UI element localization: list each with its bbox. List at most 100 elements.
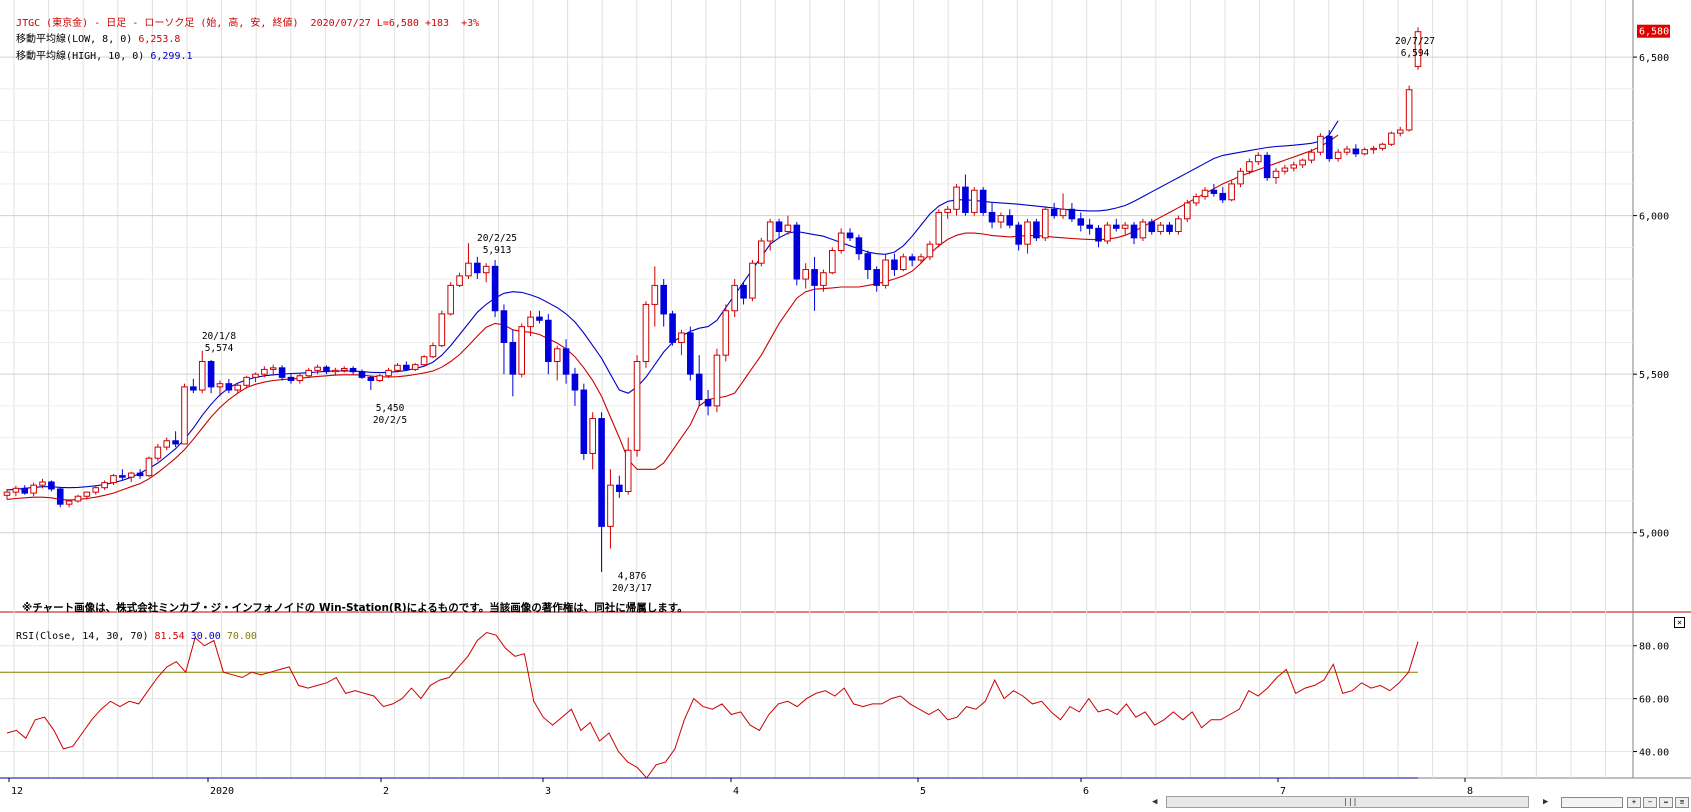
candle <box>953 183 960 216</box>
candle-body <box>758 240 765 264</box>
candle-body <box>119 475 126 478</box>
candle-body <box>1343 148 1351 153</box>
candle-body <box>3 491 11 496</box>
candle <box>846 228 854 241</box>
candle <box>1361 147 1369 156</box>
candle-body <box>1263 154 1271 179</box>
candle-body <box>527 316 534 328</box>
zoom-out-icon[interactable]: − <box>1643 797 1657 808</box>
scroll-left-icon[interactable]: ◀ <box>1152 797 1157 807</box>
candle <box>758 237 765 267</box>
chart-canvas: 80.00 60.00 40.00 6,500 6,000 5,500 5,000 6,58… <box>0 0 1691 797</box>
candle <box>935 209 943 248</box>
chart-date: 2020/07/27 <box>310 18 371 29</box>
candle <box>536 310 543 324</box>
candle <box>1130 221 1138 245</box>
time-tick-label: 12 <box>11 786 23 797</box>
candle <box>616 475 623 498</box>
candle <box>30 482 37 497</box>
close-icon[interactable]: × <box>1674 617 1685 628</box>
candle <box>1317 133 1324 156</box>
time-tick-label: 6 <box>1083 786 1089 797</box>
candle <box>172 431 179 448</box>
candle-body <box>589 418 596 454</box>
scroll-grip-icon[interactable]: ||| <box>1343 798 1357 806</box>
candle <box>740 282 747 305</box>
candle-body <box>908 256 916 261</box>
ma-high-line <box>6 120 1339 491</box>
candle-body <box>403 364 410 370</box>
candle-body <box>243 376 250 386</box>
annotation-value: 5,450 <box>376 403 405 414</box>
horizontal-scrollbar[interactable]: ||| <box>1166 796 1529 808</box>
candle-body <box>1095 227 1102 242</box>
candle <box>154 443 162 462</box>
candle-body <box>553 348 561 362</box>
candle <box>323 365 330 375</box>
candle-body <box>181 386 188 445</box>
candle <box>988 202 996 229</box>
candle-body <box>837 232 845 252</box>
candle-body <box>1405 89 1413 131</box>
candle-body <box>1246 161 1253 172</box>
price-axis: 6,5006,0005,5005,0006,58012 2020 2 3 4 5 6 7 8 <box>8 24 1670 797</box>
candle <box>633 355 641 457</box>
candle-body <box>101 482 108 489</box>
candle <box>766 218 774 251</box>
settings-icon[interactable]: ≡ <box>1675 797 1689 808</box>
candle <box>376 374 384 383</box>
candle <box>518 323 526 378</box>
candle-body <box>30 484 37 494</box>
candle <box>687 326 694 381</box>
candle-body <box>740 284 747 299</box>
candle-body <box>1290 164 1298 169</box>
candle-body <box>518 326 526 375</box>
candle <box>1388 131 1395 146</box>
candle-body <box>1325 135 1333 160</box>
zoom-in-icon[interactable]: + <box>1627 797 1641 808</box>
candle-body <box>598 418 605 527</box>
candle-body <box>624 449 632 493</box>
candle <box>305 367 313 378</box>
candle-body <box>1166 224 1173 232</box>
candle-body <box>1192 196 1200 204</box>
candlestick-series <box>3 27 1422 573</box>
candle-body <box>1050 208 1058 217</box>
candle-body <box>1077 218 1085 226</box>
candle-body <box>296 375 304 382</box>
candle <box>101 480 108 490</box>
candle <box>882 253 889 289</box>
candle-body <box>420 356 428 366</box>
candle-body <box>411 364 419 370</box>
scroll-right-icon[interactable]: ▶ <box>1543 797 1548 807</box>
candle-body <box>997 215 1005 223</box>
candle <box>1059 193 1067 219</box>
candle-body <box>287 376 295 382</box>
candle <box>1139 218 1147 241</box>
candle-body <box>1272 170 1280 179</box>
candle <box>1041 206 1049 241</box>
candle-body <box>358 371 366 378</box>
candle <box>225 378 233 394</box>
candle <box>1254 152 1262 165</box>
candle-body <box>482 265 490 274</box>
candle <box>145 456 153 478</box>
ma-high-legend: 移動平均線(HIGH, 10, 0) 6,299.1 <box>4 37 192 63</box>
candle-body <box>1317 135 1324 153</box>
candle <box>1033 218 1040 241</box>
range-slider[interactable] <box>1561 797 1623 808</box>
rsi-tick-label: 80.00 <box>1639 642 1669 653</box>
candle <box>119 469 126 481</box>
candle-body <box>83 491 91 497</box>
candle-body <box>1352 148 1360 155</box>
fit-view-icon[interactable]: ↔ <box>1659 797 1673 808</box>
candle-body <box>65 500 73 505</box>
candle-body <box>154 446 162 459</box>
candle-body <box>722 310 730 356</box>
candle-body <box>278 367 286 378</box>
candle-body <box>562 348 570 375</box>
candle-body <box>1361 149 1369 155</box>
candle-body <box>731 284 738 312</box>
candle-body <box>1059 208 1067 217</box>
candle-body <box>1112 224 1120 229</box>
